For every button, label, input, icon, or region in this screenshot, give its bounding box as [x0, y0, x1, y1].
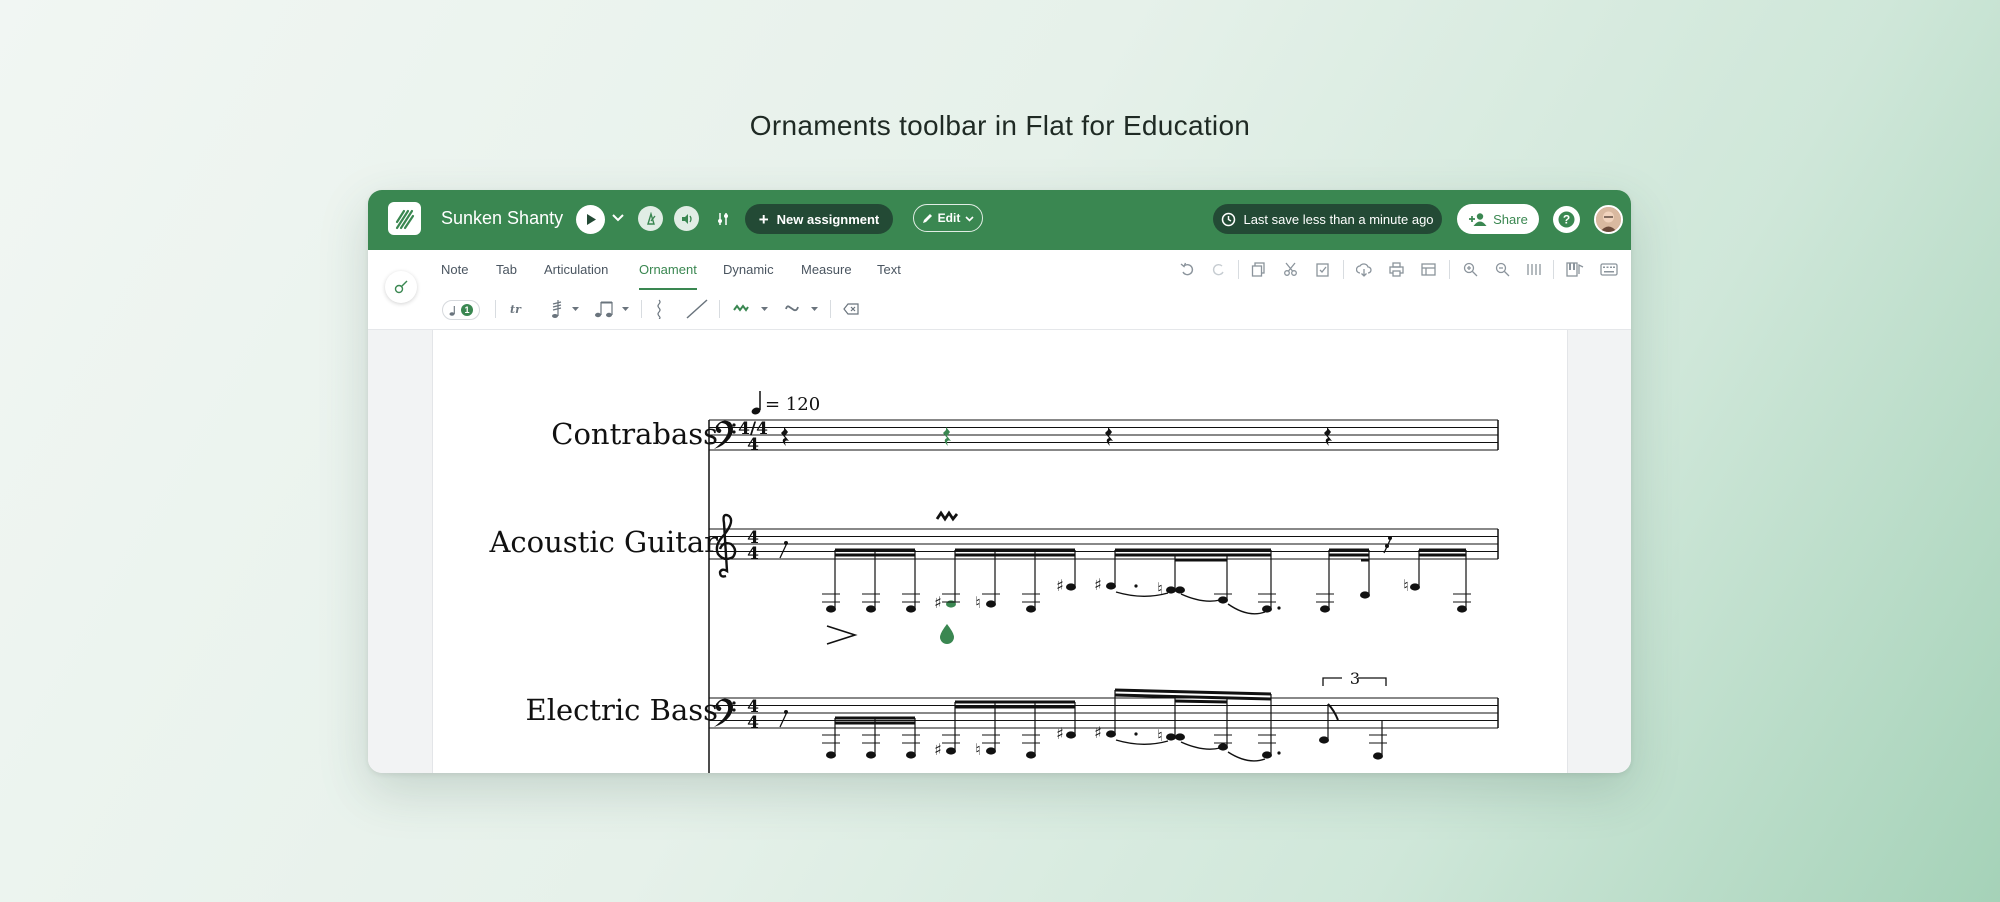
- bass-beam-group-2: ♯ ♮ ♯: [934, 700, 1076, 759]
- quarter-rest: [781, 427, 789, 446]
- bass-triplet: 3: [1319, 669, 1387, 760]
- natural-accidental: ♮: [975, 593, 981, 612]
- quarter-rest: [1105, 427, 1113, 446]
- treble-clef: [715, 513, 737, 578]
- natural-accidental: ♮: [975, 740, 981, 759]
- bass-beam-group-3: ♯ ♮: [1094, 688, 1281, 762]
- sharp-accidental: ♯: [934, 740, 942, 759]
- sharp-accidental: ♯: [1056, 724, 1064, 743]
- flat-app-window: Sunken Shanty + New assignment Edit Last…: [368, 190, 1631, 773]
- tuplet-number: 3: [1350, 669, 1360, 688]
- bass-beam-group-1: [822, 716, 920, 759]
- time-signature-bottom: 4: [747, 544, 759, 564]
- guitar-beam-group-4: ♮: [1316, 536, 1471, 613]
- selected-accent-droplet: [940, 624, 954, 644]
- tie: [1227, 603, 1266, 615]
- sharp-accidental: ♯: [1056, 576, 1064, 595]
- guitar-beam-group-3: ♯ ♮: [1094, 548, 1281, 615]
- score-notation[interactable]: 4/4 4 4 4 ♯ ♮ ♯ ♯ ♮ ♮ 4 4 ♯ ♮ ♯ ♯ ♮ 3: [368, 190, 1631, 773]
- time-signature-bottom: 4: [747, 435, 759, 455]
- tie: [1180, 593, 1221, 602]
- acoustic-guitar-staff: [709, 528, 1499, 560]
- tie: [1227, 751, 1266, 762]
- contrabass-staff: [709, 419, 1499, 451]
- mordent-ornament: [935, 510, 959, 522]
- quarter-rest: [1324, 427, 1332, 446]
- time-signature-bottom: 4: [747, 713, 759, 733]
- sharp-accidental: ♯: [1094, 575, 1102, 594]
- natural-accidental: ♮: [1403, 576, 1409, 595]
- selected-note: [946, 600, 956, 608]
- accent-marking: [826, 625, 858, 645]
- sharp-accidental: ♯: [1094, 723, 1102, 742]
- page-caption: Ornaments toolbar in Flat for Education: [749, 110, 1251, 141]
- sharp-accidental: ♯: [934, 593, 942, 612]
- quarter-rest-selected: [943, 427, 951, 446]
- electric-bass-staff: [709, 697, 1499, 729]
